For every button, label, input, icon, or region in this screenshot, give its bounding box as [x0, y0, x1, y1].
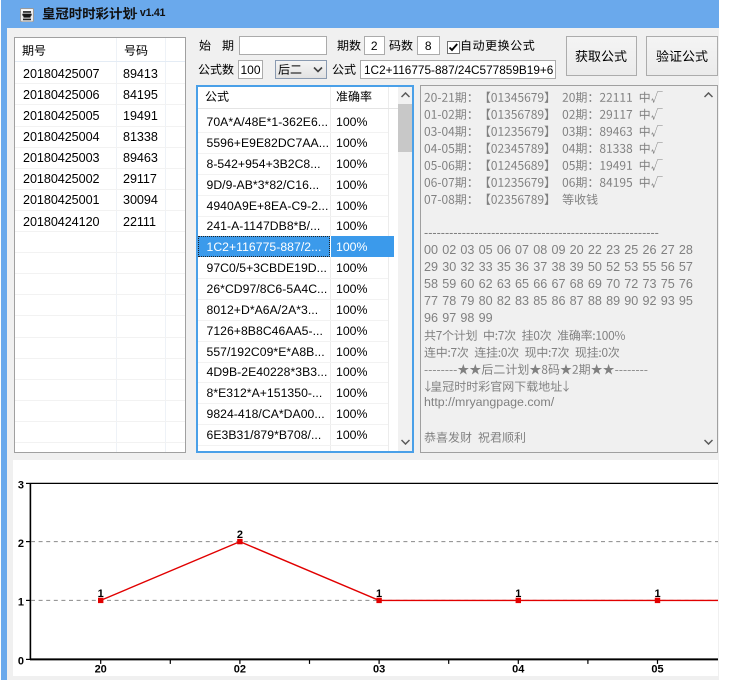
svg-text:04: 04	[512, 663, 525, 675]
svg-text:3: 3	[18, 480, 24, 492]
svg-text:20: 20	[95, 663, 107, 675]
svg-text:1: 1	[98, 588, 104, 600]
svg-text:02: 02	[234, 663, 246, 675]
svg-text:2: 2	[237, 529, 243, 541]
svg-text:05: 05	[651, 663, 663, 675]
svg-text:2: 2	[18, 538, 24, 550]
svg-text:0: 0	[18, 656, 24, 668]
svg-text:1: 1	[18, 597, 24, 609]
svg-text:1: 1	[515, 588, 521, 600]
svg-text:1: 1	[376, 588, 382, 600]
svg-text:03: 03	[373, 663, 385, 675]
svg-text:1: 1	[654, 588, 660, 600]
